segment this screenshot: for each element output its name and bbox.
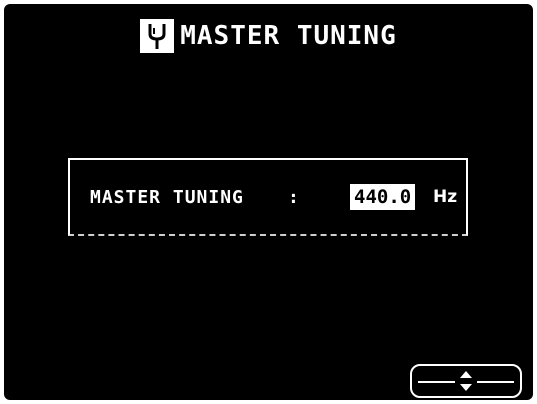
page-title: MASTER TUNING [180,21,397,51]
frequency-unit: Hz [433,187,458,207]
header: MASTER TUNING [4,16,533,56]
display-screen: MASTER TUNING MASTER TUNING : 440.0 Hz [4,4,533,400]
master-tuning-label: MASTER TUNING [90,187,244,208]
tuning-fork-icon [140,19,175,53]
up-down-arrow-icon [455,368,477,394]
master-tuning-panel: MASTER TUNING : 440.0 Hz [68,158,468,236]
value-up-down-button[interactable] [410,364,522,398]
master-tuning-value-field[interactable]: 440.0 [350,184,416,210]
label-separator: : [288,187,299,208]
